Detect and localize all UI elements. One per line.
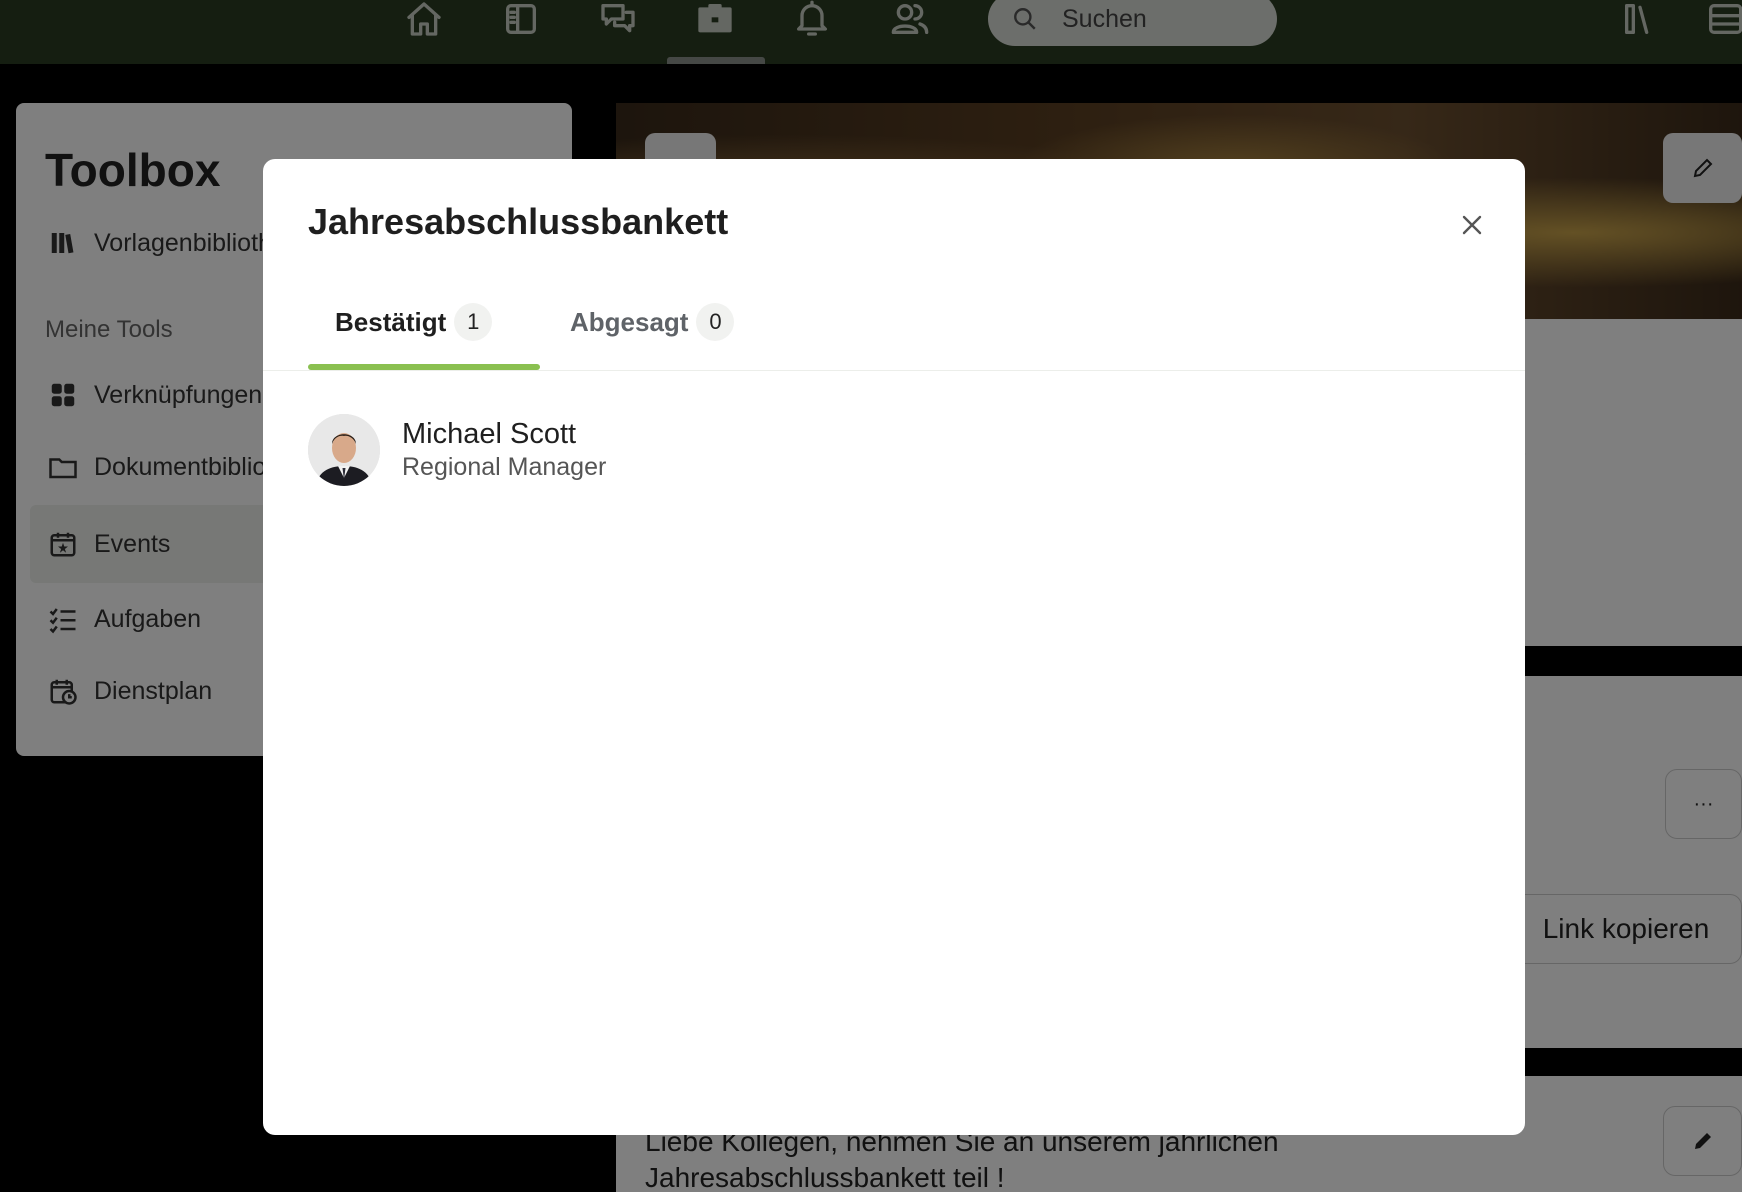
- tab-label: Bestätigt: [335, 306, 447, 337]
- close-icon: [1462, 215, 1482, 235]
- tab-divider: [263, 370, 1525, 371]
- avatar: [308, 414, 380, 486]
- member-role: Regional Manager: [402, 453, 607, 481]
- tab-count-badge: 0: [696, 303, 735, 341]
- tab-abgesagt[interactable]: Abgesagt 0: [570, 301, 735, 343]
- member-name: Michael Scott: [402, 418, 577, 450]
- close-button[interactable]: [1450, 203, 1494, 247]
- modal-title: Jahresabschlussbankett: [308, 201, 729, 242]
- list-item[interactable]: Michael Scott Regional Manager: [308, 414, 606, 486]
- member-info: Michael Scott Regional Manager: [402, 417, 606, 483]
- tab-count-badge: 1: [454, 303, 493, 341]
- tab-label: Abgesagt: [570, 306, 689, 337]
- attendees-modal: Jahresabschlussbankett Bestätigt 1 Abges…: [263, 159, 1525, 1135]
- tab-bestaetigt[interactable]: Bestätigt 1: [335, 301, 493, 343]
